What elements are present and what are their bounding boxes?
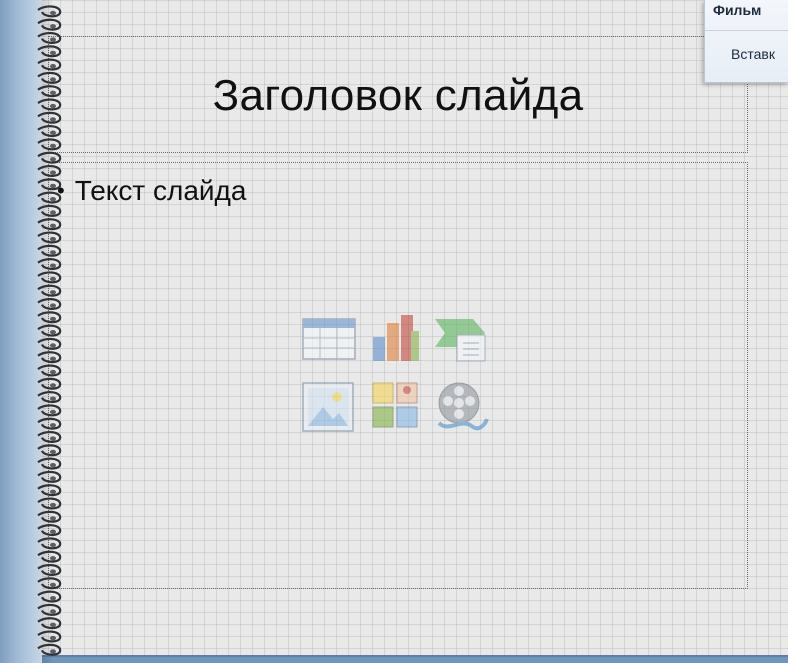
spiral-ring [37, 271, 62, 284]
slide-title[interactable]: Заголовок слайда [49, 71, 747, 121]
spiral-ring [37, 71, 62, 84]
spiral-ring [37, 204, 62, 217]
body-bullet-text[interactable]: Текст слайда [75, 175, 247, 207]
spiral-ring [37, 577, 62, 590]
spiral-ring [37, 164, 62, 177]
body-bullet-line[interactable]: • Текст слайда [57, 175, 246, 207]
spiral-ring [37, 563, 62, 576]
spiral-ring [37, 457, 62, 470]
spiral-ring [37, 111, 62, 124]
spiral-ring [37, 125, 62, 138]
notebook-spiral-rings [37, 5, 62, 656]
spiral-ring [37, 603, 62, 616]
spiral-ring [37, 191, 62, 204]
spiral-ring [37, 430, 62, 443]
spiral-ring [37, 244, 62, 257]
spiral-ring [37, 391, 62, 404]
ribbon-tab-title[interactable]: Фильм [713, 2, 761, 18]
slide-canvas: Заголовок слайда • Текст слайда [0, 0, 788, 657]
insert-media-icon[interactable] [433, 379, 489, 435]
spiral-ring [37, 324, 62, 337]
spiral-ring [37, 630, 62, 643]
spiral-ring [37, 5, 62, 18]
spiral-ring [37, 470, 62, 483]
spiral-ring [37, 98, 62, 111]
spiral-ring [37, 590, 62, 603]
ribbon-fragment: Фильм Вставк [704, 0, 788, 83]
spiral-ring [37, 297, 62, 310]
insert-picture-icon[interactable] [301, 379, 357, 435]
insert-clipart-icon[interactable] [367, 379, 423, 435]
insert-chart-icon[interactable] [367, 311, 423, 367]
spiral-ring [37, 284, 62, 297]
spiral-ring [37, 151, 62, 164]
spiral-ring [37, 18, 62, 31]
spiral-ring [37, 643, 62, 656]
ribbon-insert-label[interactable]: Вставк [731, 46, 775, 62]
spiral-ring [37, 58, 62, 71]
spiral-ring [37, 258, 62, 271]
spiral-ring [37, 524, 62, 537]
spiral-ring [37, 417, 62, 430]
spiral-ring [37, 484, 62, 497]
spiral-ring [37, 510, 62, 523]
ribbon-tab-divider [705, 30, 788, 31]
spiral-ring [37, 85, 62, 98]
insert-table-icon[interactable] [301, 311, 357, 367]
spiral-ring [37, 364, 62, 377]
title-placeholder[interactable]: Заголовок слайда [48, 36, 748, 153]
spiral-ring [37, 444, 62, 457]
insert-content-icon-group [301, 311, 491, 443]
insert-smartart-icon[interactable] [433, 311, 489, 367]
spiral-ring [37, 537, 62, 550]
spiral-ring [37, 404, 62, 417]
spiral-ring [37, 45, 62, 58]
spiral-ring [37, 31, 62, 44]
spiral-ring [37, 178, 62, 191]
spiral-ring [37, 231, 62, 244]
content-placeholder[interactable]: • Текст слайда [48, 162, 748, 589]
spiral-ring [37, 218, 62, 231]
spiral-ring [37, 337, 62, 350]
spiral-ring [37, 617, 62, 630]
spiral-ring [37, 497, 62, 510]
spiral-ring [37, 138, 62, 151]
spiral-ring [37, 311, 62, 324]
spiral-ring [37, 377, 62, 390]
spiral-ring [37, 550, 62, 563]
spiral-ring [37, 351, 62, 364]
